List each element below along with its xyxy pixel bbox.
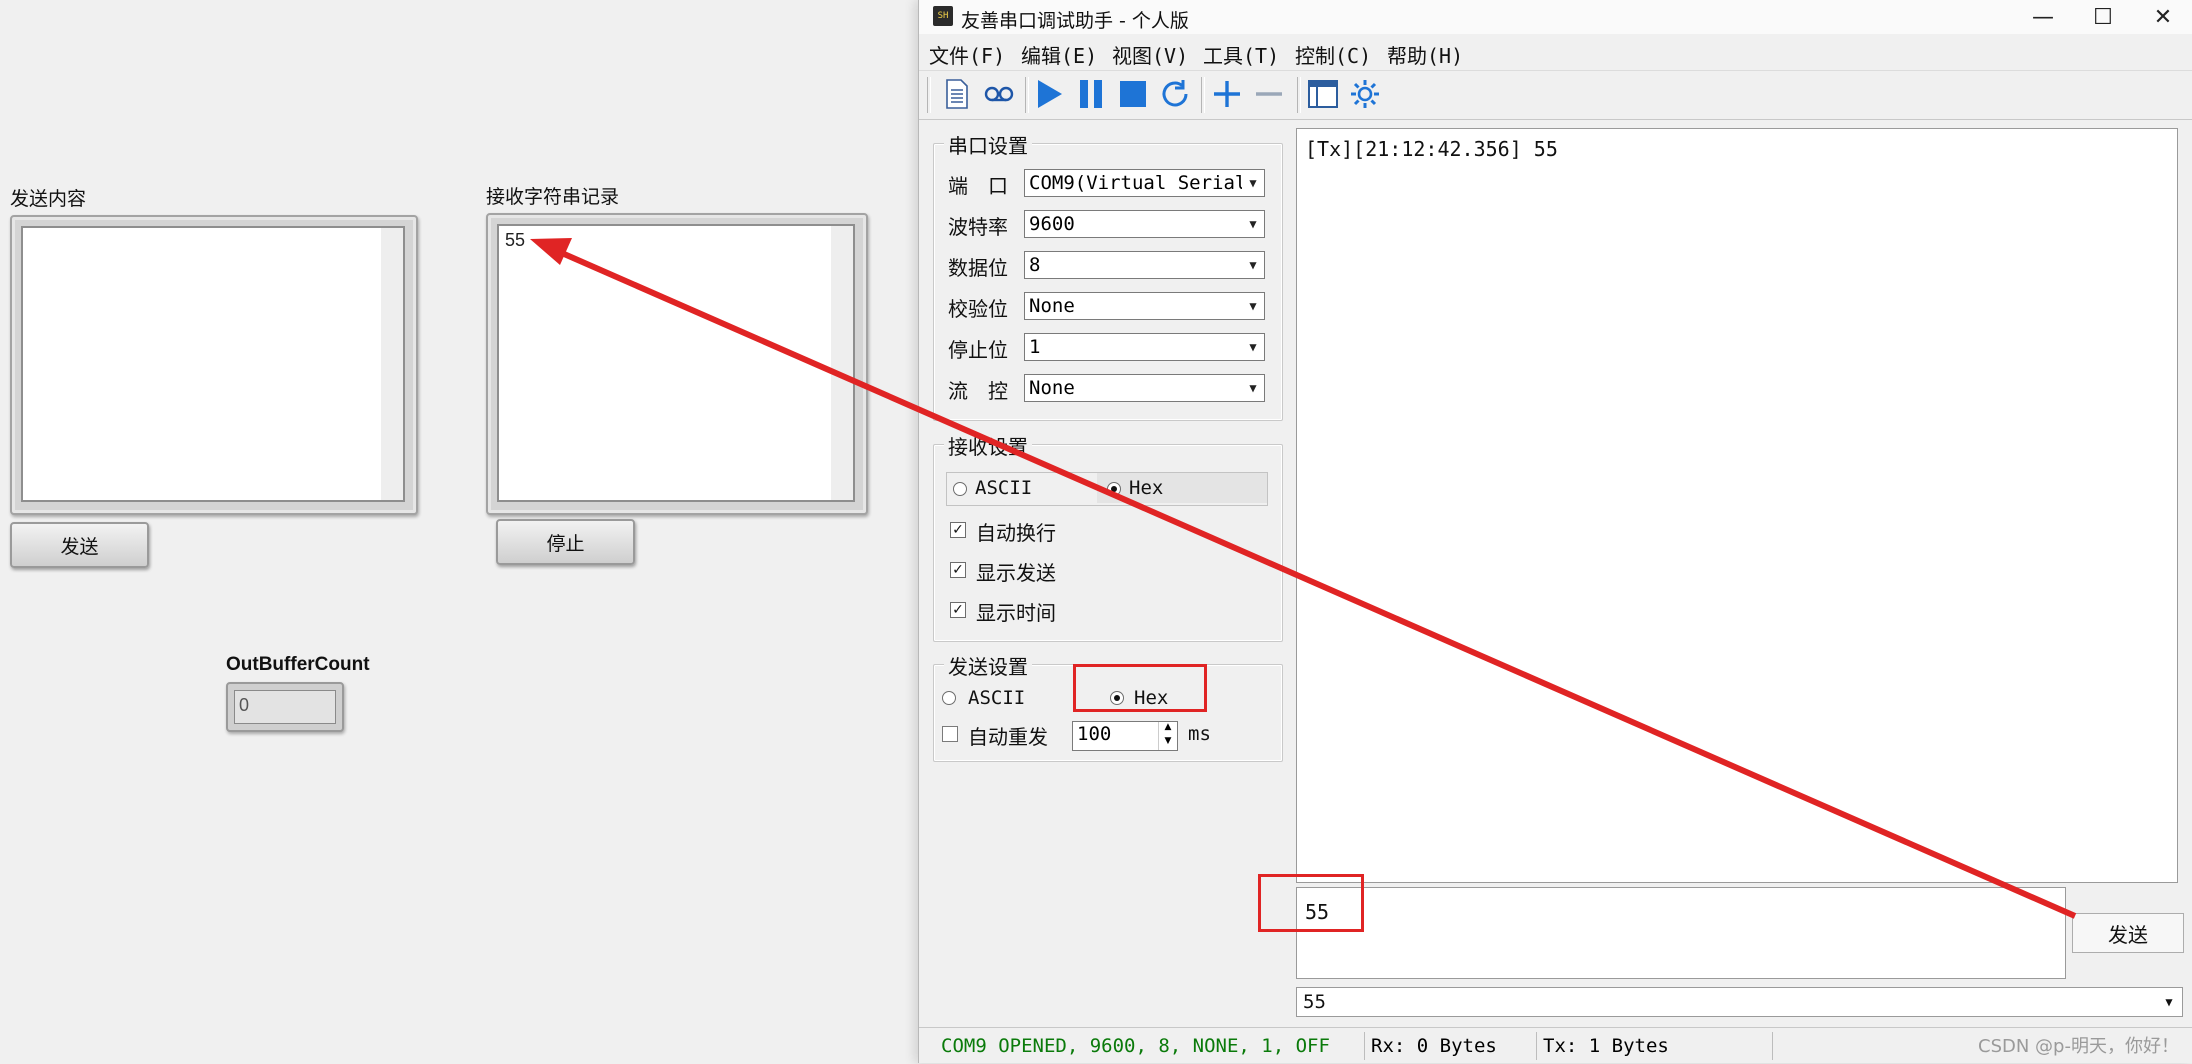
- annotation-arrow-head: [530, 238, 572, 265]
- annotation-arrow: [530, 238, 2077, 919]
- annotation-arrow-line: [553, 247, 2077, 919]
- watermark: CSDN @p-明天，你好！: [1978, 1036, 2179, 1057]
